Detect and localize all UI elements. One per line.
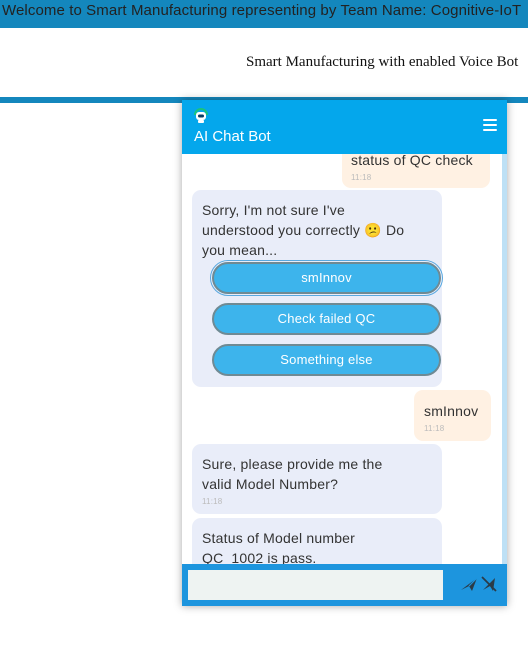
user-message: status of QC check 11:18 (342, 154, 490, 188)
quick-reply-button[interactable]: Check failed QC (212, 303, 441, 335)
chat-footer (182, 564, 507, 606)
message-input[interactable] (188, 570, 443, 600)
message-text: Status of Model number (202, 530, 356, 546)
message-text: smInnov (424, 403, 479, 419)
robot-icon (194, 108, 208, 123)
message-list[interactable]: status of QC check 11:18 Sorry, I'm not … (182, 154, 502, 564)
welcome-banner: Welcome to Smart Manufacturing represent… (0, 0, 528, 28)
chat-header: AI Chat Bot (182, 100, 507, 154)
message-time: 11:18 (202, 497, 223, 506)
message-text-line: understood you correctly 😕 Do (202, 222, 405, 238)
message-text: Sorry, I'm not sure I've (202, 202, 345, 218)
quick-reply-button[interactable]: Something else (212, 344, 441, 376)
confused-emoji-icon: 😕 (364, 222, 382, 238)
message-text: Sure, please provide me the (202, 456, 383, 472)
welcome-text: Welcome to Smart Manufacturing represent… (2, 2, 522, 19)
scrollbar-thumb[interactable] (502, 154, 507, 564)
hamburger-menu-icon[interactable] (483, 119, 497, 133)
message-text: you mean... (202, 242, 278, 258)
bot-message: Sure, please provide me the valid Model … (192, 444, 442, 514)
send-icon[interactable] (460, 576, 478, 592)
page-subtitle: Smart Manufacturing with enabled Voice B… (246, 54, 519, 70)
user-message: smInnov 11:18 (414, 390, 491, 441)
bot-message: Sorry, I'm not sure I've understood you … (192, 190, 443, 387)
message-text: QC_1002 is pass. (202, 550, 317, 564)
message-time: 11:18 (351, 173, 372, 182)
bot-message: Status of Model number QC_1002 is pass. (192, 518, 442, 564)
mic-off-icon[interactable] (480, 575, 498, 593)
chat-title: AI Chat Bot (194, 128, 271, 145)
message-time: 11:18 (424, 424, 445, 433)
chat-widget: AI Chat Bot status of QC check 11:18 Sor… (182, 100, 507, 606)
message-text: valid Model Number? (202, 476, 339, 492)
message-text: status of QC check (351, 154, 473, 168)
quick-reply-button[interactable]: smInnov (210, 260, 443, 296)
